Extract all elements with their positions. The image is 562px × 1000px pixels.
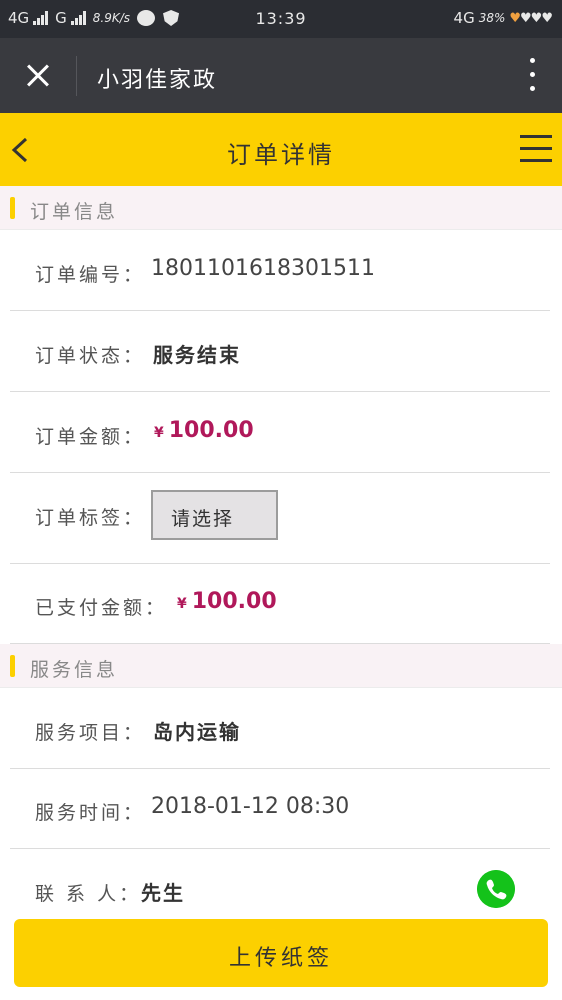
- currency-symbol: ¥: [154, 425, 164, 441]
- order-amount-label: 订单金额：: [35, 426, 146, 448]
- order-tag-label: 订单标签：: [35, 507, 146, 529]
- upload-paper-signature-button[interactable]: 上传纸签: [14, 919, 548, 987]
- page-header: 订单详情: [0, 113, 562, 186]
- page-title: 订单详情: [227, 141, 335, 169]
- app-title: 小羽佳家政: [97, 68, 218, 93]
- order-number-row: 订单编号： 1801101618301511: [10, 231, 550, 311]
- section-title: 服务信息: [30, 659, 119, 681]
- paid-amount-number: 100.00: [191, 589, 277, 614]
- service-time-row: 服务时间： 2018-01-12 08:30: [10, 769, 550, 849]
- section-header-order: 订单信息: [0, 186, 562, 230]
- service-item-row: 服务项目： 岛内运输: [10, 689, 550, 769]
- status-bar: 4G G 8.9K/s 13:39 4G 38% ♥♥♥♥: [0, 0, 562, 38]
- menu-icon[interactable]: [520, 135, 552, 165]
- order-number-value: 1801101618301511: [151, 256, 375, 281]
- order-status-value: 服务结束: [153, 343, 241, 367]
- more-icon[interactable]: [528, 58, 536, 94]
- wechat-title-bar: 小羽佳家政: [0, 38, 562, 113]
- section-marker: [10, 197, 15, 219]
- service-item-value: 岛内运输: [153, 720, 241, 744]
- phone-icon[interactable]: [477, 870, 515, 908]
- order-tag-row: 订单标签： 请选择: [10, 474, 550, 564]
- section-header-service: 服务信息: [0, 644, 562, 688]
- order-amount-value: ¥100.00: [154, 418, 254, 443]
- battery-icon: ♥♥♥♥: [509, 10, 553, 26]
- bottom-bar: 上传纸签: [0, 908, 562, 1000]
- order-number-label: 订单编号：: [35, 264, 146, 286]
- divider: [76, 56, 77, 96]
- close-icon[interactable]: [18, 56, 58, 96]
- paid-amount-row: 已支付金额： ¥100.00: [10, 564, 550, 644]
- currency-symbol: ¥: [177, 596, 187, 612]
- contact-value: 先生: [141, 881, 185, 905]
- order-amount-number: 100.00: [168, 418, 254, 443]
- service-time-value: 2018-01-12 08:30: [151, 794, 350, 819]
- tag-select-button[interactable]: 请选择: [151, 490, 278, 540]
- paid-amount-value: ¥100.00: [177, 589, 277, 614]
- battery-level: 38%: [478, 11, 506, 25]
- service-item-label: 服务项目：: [35, 722, 146, 744]
- network-indicator-3: 4G: [453, 9, 475, 27]
- contact-label: 联 系 人：: [35, 883, 142, 905]
- order-amount-row: 订单金额： ¥100.00: [10, 393, 550, 473]
- section-title: 订单信息: [30, 201, 119, 223]
- paid-amount-label: 已支付金额：: [35, 597, 168, 619]
- section-marker: [10, 655, 15, 677]
- order-status-row: 订单状态： 服务结束: [10, 312, 550, 392]
- service-time-label: 服务时间：: [35, 802, 146, 824]
- order-status-label: 订单状态：: [35, 345, 146, 367]
